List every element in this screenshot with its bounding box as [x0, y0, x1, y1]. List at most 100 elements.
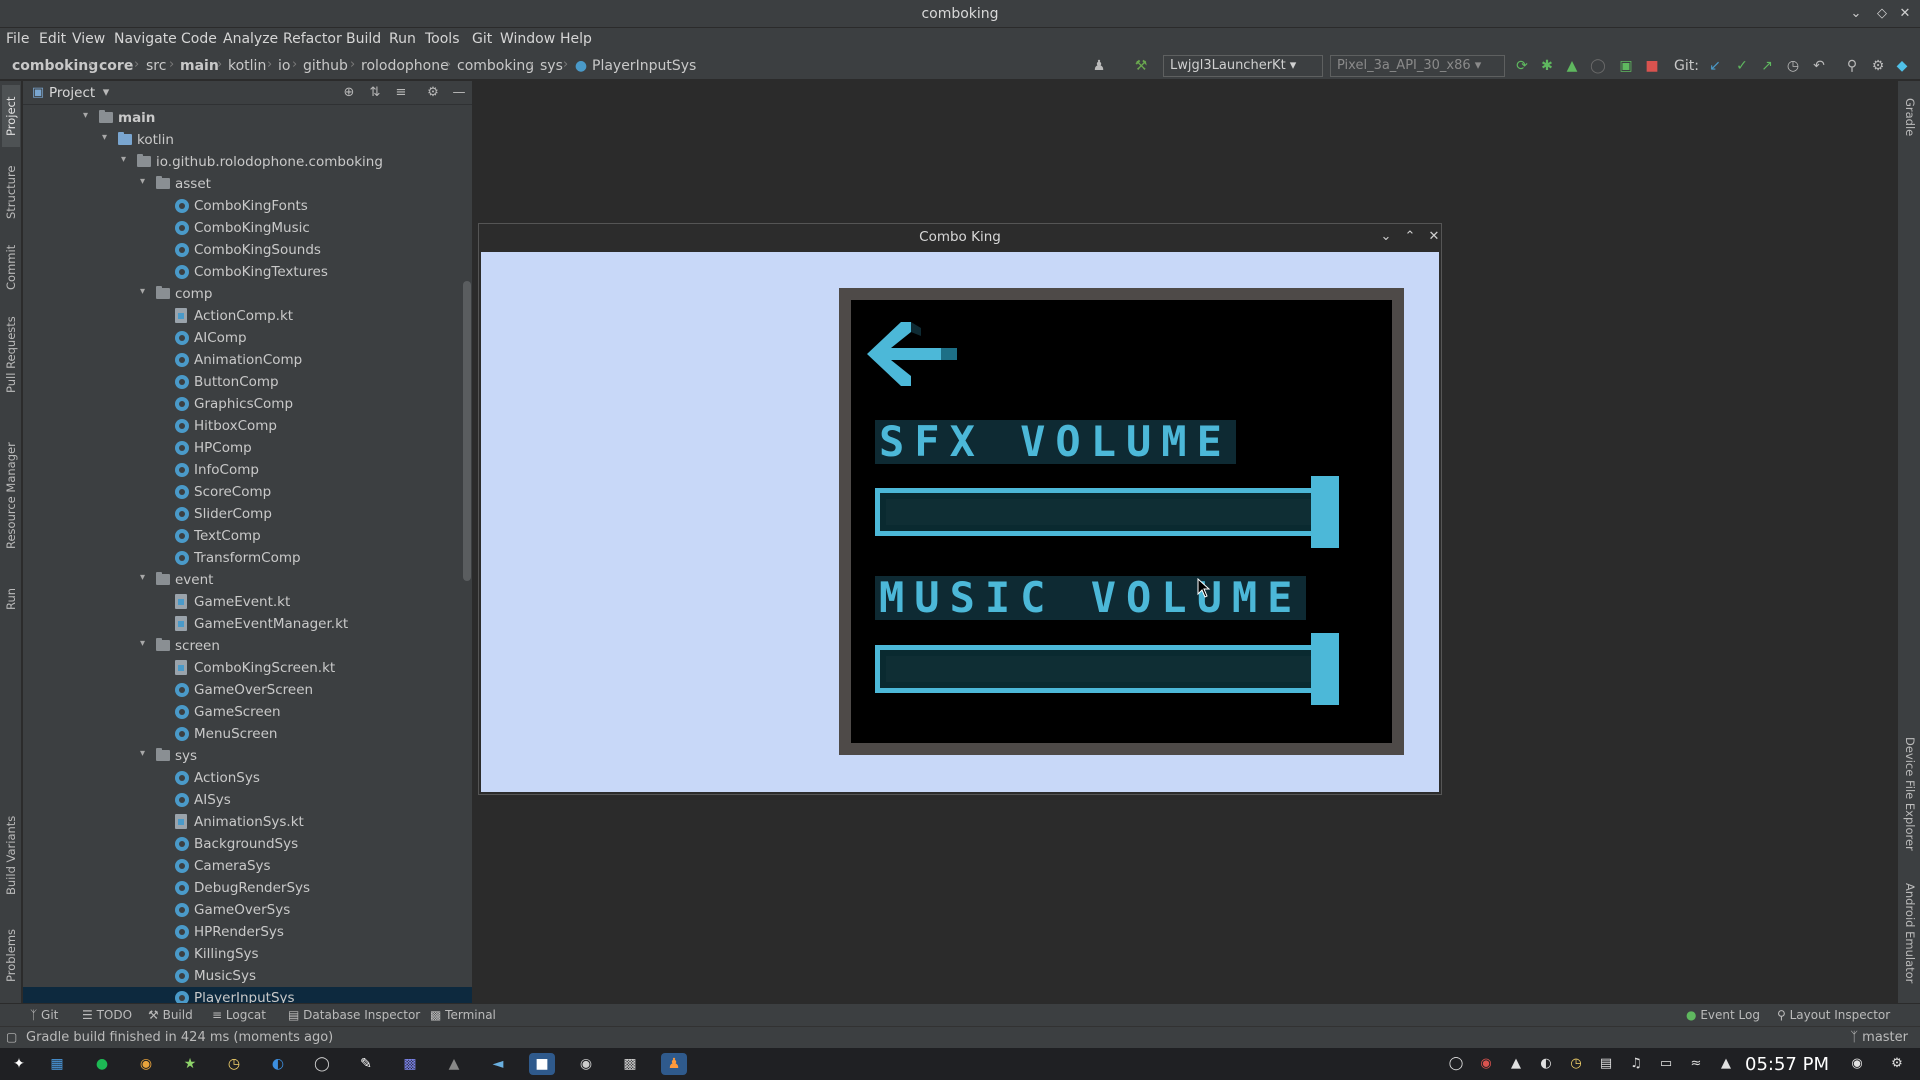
menu-navigate[interactable]: Navigate	[114, 31, 177, 47]
tool-tab-problems[interactable]: Problems	[2, 915, 20, 995]
chevron-down-icon[interactable]: ▾	[83, 110, 95, 121]
tree-row[interactable]: ▾ screen	[23, 635, 472, 657]
project-scrollbar[interactable]	[463, 281, 471, 581]
tree-row[interactable]: TextComp	[23, 525, 472, 547]
breadcrumb-item[interactable]: kotlin	[228, 58, 266, 74]
close-icon[interactable]: ✕	[1895, 4, 1915, 24]
display-icon[interactable]: ▭	[1657, 1055, 1675, 1073]
hide-icon[interactable]: —	[450, 84, 468, 102]
tray-steam-icon[interactable]: ◐	[1537, 1055, 1555, 1073]
tree-row[interactable]: HPComp	[23, 437, 472, 459]
menu-window[interactable]: Window	[500, 31, 555, 47]
game-canvas[interactable]: SFX VOLUME MUSIC VOLUME	[481, 252, 1439, 792]
tray-expand-icon[interactable]: ▲	[1717, 1055, 1735, 1073]
tray-clock-icon[interactable]: ◷	[1567, 1055, 1585, 1073]
git-commit-icon[interactable]: ✓	[1733, 57, 1751, 75]
tree-row[interactable]: GameEventManager.kt	[23, 613, 472, 635]
music-volume-handle[interactable]	[1311, 633, 1339, 705]
app-launcher-icon[interactable]: ✦	[6, 1053, 32, 1075]
tree-row[interactable]: ▾ sys	[23, 745, 472, 767]
obs-icon[interactable]: ◉	[573, 1053, 599, 1075]
breadcrumb-item[interactable]: io	[278, 58, 290, 74]
chevron-down-icon[interactable]: ▾	[97, 84, 115, 102]
tree-row[interactable]: TransformComp	[23, 547, 472, 569]
tree-row[interactable]: DebugRenderSys	[23, 877, 472, 899]
tree-row[interactable]: AISys	[23, 789, 472, 811]
clipboard-icon[interactable]: ▤	[1597, 1055, 1615, 1073]
tree-row[interactable]: ActionComp.kt	[23, 305, 472, 327]
tree-row[interactable]: GameOverSys	[23, 899, 472, 921]
chevron-down-icon[interactable]: ▾	[102, 132, 114, 143]
tree-row[interactable]: GameOverScreen	[23, 679, 472, 701]
attach-debugger-icon[interactable]: ▣	[1617, 57, 1635, 75]
tool-tab-pull-requests[interactable]: Pull Requests	[2, 305, 20, 405]
back-arrow-icon[interactable]	[867, 318, 959, 390]
tool-tab-database-inspector[interactable]: ▤ Database Inspector	[288, 1008, 420, 1022]
chevron-down-icon[interactable]: ▾	[140, 572, 152, 583]
tool-tab-structure[interactable]: Structure	[2, 157, 20, 227]
run-config-select[interactable]: Lwjgl3LauncherKt ▾	[1163, 55, 1323, 77]
music-volume-slider[interactable]	[875, 645, 1339, 693]
menu-analyze[interactable]: Analyze	[223, 31, 278, 47]
breadcrumb-item[interactable]: rolodophone	[361, 58, 449, 74]
tree-row[interactable]: SliderComp	[23, 503, 472, 525]
breadcrumb-item[interactable]: core	[99, 58, 133, 74]
coverage-icon[interactable]: ▲	[1563, 57, 1581, 75]
rerun-icon[interactable]: ⟳	[1513, 57, 1531, 75]
tree-row[interactable]: HPRenderSys	[23, 921, 472, 943]
tree-row[interactable]: MenuScreen	[23, 723, 472, 745]
tool-tab-terminal[interactable]: ▩ Terminal	[430, 1008, 496, 1022]
gear-icon[interactable]: ⚙	[1869, 57, 1887, 75]
tree-row[interactable]: GameEvent.kt	[23, 591, 472, 613]
menu-code[interactable]: Code	[181, 31, 217, 47]
tree-row[interactable]: ComboKingFonts	[23, 195, 472, 217]
menu-refactor[interactable]: Refactor	[283, 31, 342, 47]
sfx-volume-slider[interactable]	[875, 488, 1339, 536]
close-icon[interactable]: ✕	[1425, 228, 1443, 246]
tool-tab-gradle[interactable]: Gradle	[1901, 87, 1919, 147]
history-icon[interactable]: ◷	[1784, 57, 1802, 75]
breadcrumb-item[interactable]: src	[146, 58, 166, 74]
clock-app-icon[interactable]: ◷	[221, 1053, 247, 1075]
browser-icon[interactable]: ◐	[265, 1053, 291, 1075]
menu-run[interactable]: Run	[389, 31, 416, 47]
rollback-icon[interactable]: ↶	[1810, 57, 1828, 75]
chevron-down-icon[interactable]: ▾	[140, 286, 152, 297]
gear-icon[interactable]: ⚙	[424, 84, 442, 102]
android-studio-icon[interactable]: ◆	[1893, 57, 1911, 75]
tree-row[interactable]: MusicSys	[23, 965, 472, 987]
tree-row[interactable]: InfoComp	[23, 459, 472, 481]
git-push-icon[interactable]: ↗	[1758, 57, 1776, 75]
tool-tab-git[interactable]: ᛉ Git	[30, 1008, 58, 1022]
game-window[interactable]: Combo King ⌄ ⌃ ✕ SFX VOLUME MUSIC VOLUME	[478, 223, 1442, 795]
git-update-icon[interactable]: ↙	[1706, 57, 1724, 75]
tree-row[interactable]: KillingSys	[23, 943, 472, 965]
menu-tools[interactable]: Tools	[425, 31, 460, 47]
menu-edit[interactable]: Edit	[39, 31, 66, 47]
tree-row[interactable]: ▾ io.github.rolodophone.comboking	[23, 151, 472, 173]
tool-tab-commit[interactable]: Commit	[2, 237, 20, 297]
wifi-icon[interactable]: ≈	[1687, 1055, 1705, 1073]
tool-tab-build-variants[interactable]: Build Variants	[2, 805, 20, 905]
tree-row[interactable]: ComboKingTextures	[23, 261, 472, 283]
tray-app-icon[interactable]: ▲	[1507, 1055, 1525, 1073]
device-select[interactable]: Pixel_3a_API_30_x86 ▾	[1330, 55, 1505, 77]
chevron-down-icon[interactable]: ▾	[140, 748, 152, 759]
menu-git[interactable]: Git	[472, 31, 492, 47]
chevron-down-icon[interactable]: ▾	[121, 154, 133, 165]
locate-icon[interactable]: ⊕	[340, 84, 358, 102]
volume-icon[interactable]: ♫	[1627, 1055, 1645, 1073]
tree-row[interactable]: HitboxComp	[23, 415, 472, 437]
profile-icon[interactable]: ◯	[1589, 57, 1607, 75]
menu-help[interactable]: Help	[560, 31, 592, 47]
chrome-icon[interactable]: ◉	[133, 1053, 159, 1075]
tool-tab-resource-manager[interactable]: Resource Manager	[2, 431, 20, 561]
maximize-icon[interactable]: ◇	[1872, 4, 1892, 24]
tree-row[interactable]: AnimationSys.kt	[23, 811, 472, 833]
taskbar-clock[interactable]: 05:57 PM	[1745, 1054, 1829, 1075]
terminal-app-icon[interactable]: ▩	[617, 1053, 643, 1075]
tree-row[interactable]: GraphicsComp	[23, 393, 472, 415]
chevron-down-icon[interactable]: ▾	[140, 638, 152, 649]
tree-row[interactable]: ComboKingSounds	[23, 239, 472, 261]
breadcrumb-item[interactable]: github	[303, 58, 348, 74]
